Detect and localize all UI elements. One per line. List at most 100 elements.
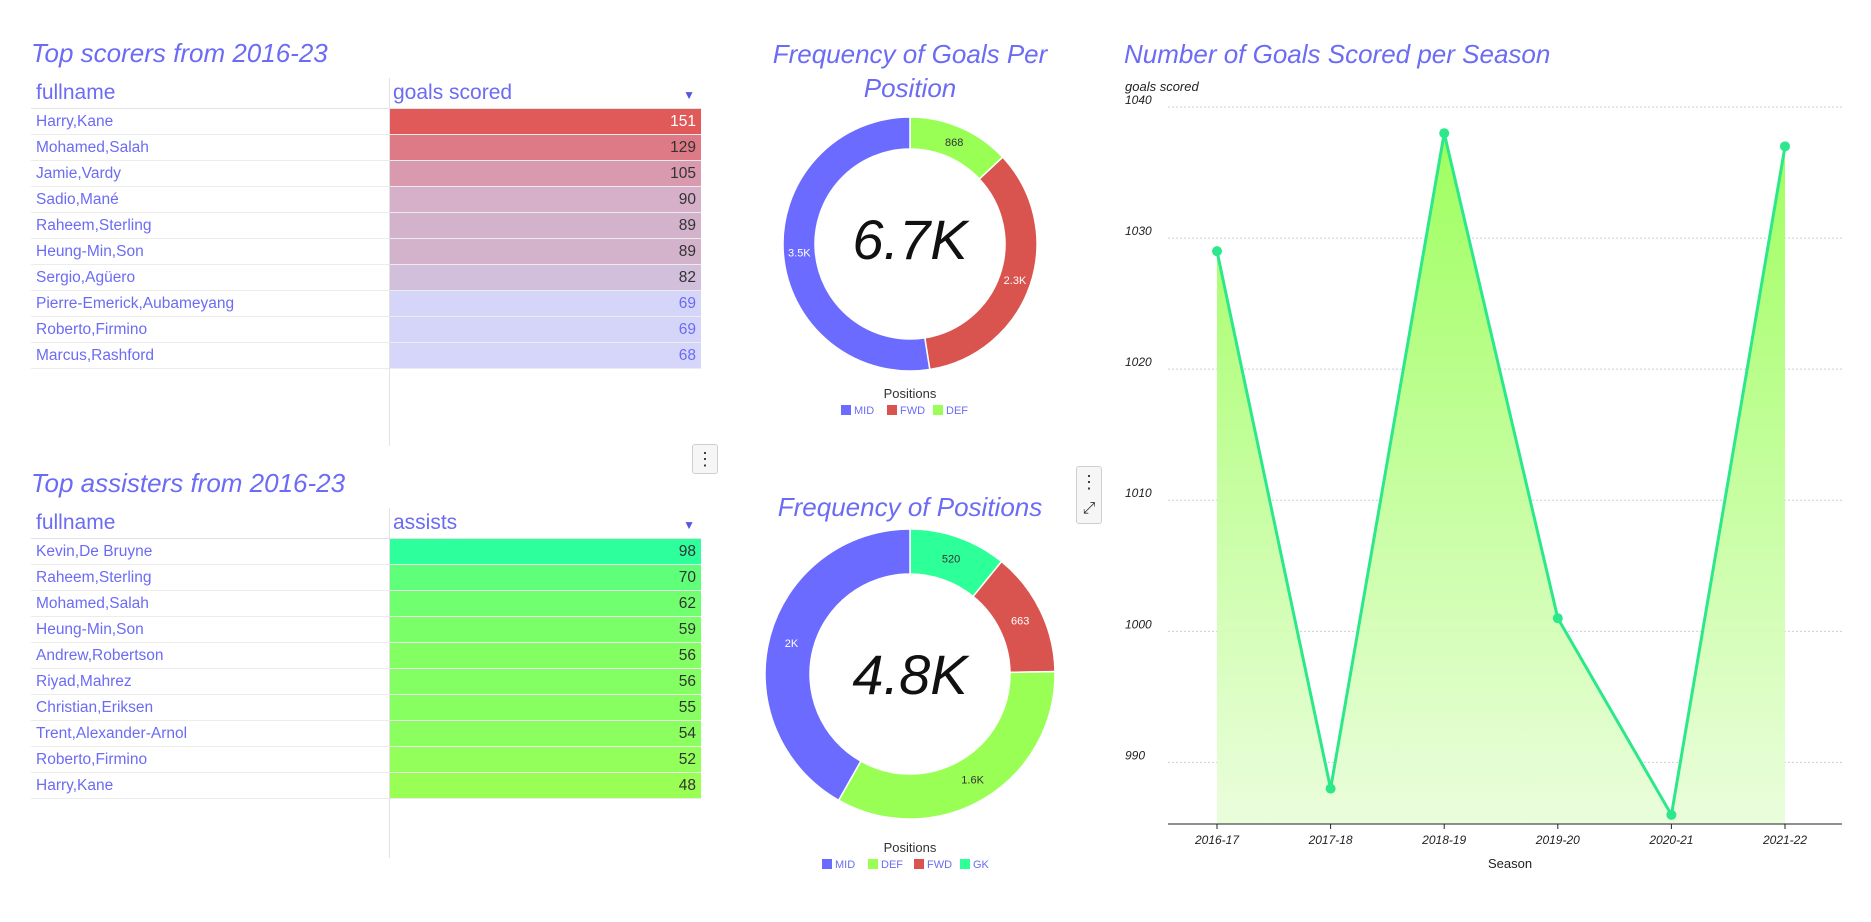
table-row[interactable]: Sergio,Agüero 82 (31, 265, 701, 291)
assisters-col-assists[interactable]: assists (393, 508, 457, 538)
column-divider (389, 78, 390, 446)
stat-value-cell: 90 (389, 187, 701, 212)
slice-data-label: 663 (1011, 615, 1029, 627)
positions-frequency-donut: Frequency of Positions 520 663 1.6K 2K 4.8K… (764, 492, 1056, 871)
legend-title: Positions (884, 386, 937, 401)
table-row[interactable]: Roberto,Firmino 52 (31, 747, 701, 773)
expand-icon[interactable]: ⤢ (1077, 497, 1101, 521)
sort-desc-icon[interactable]: ▼ (683, 518, 695, 532)
slice-data-label: 2K (785, 638, 799, 650)
assisters-title: Top assisters from 2016-23 (31, 468, 346, 498)
scorers-col-fullname[interactable]: fullname (36, 78, 115, 108)
assisters-table-body: Kevin,De Bruyne 98 Raheem,Sterling 70 Mohame… (31, 539, 701, 799)
scorers-col-goals[interactable]: goals scored (393, 78, 512, 108)
table-row[interactable]: Jamie,Vardy 105 (31, 161, 701, 187)
player-name: Pierre-Emerick,Aubameyang (36, 295, 235, 312)
stat-value-cell: 48 (389, 773, 701, 798)
stat-value-cell: 82 (389, 265, 701, 290)
legend-item-def[interactable]: DEF (881, 859, 903, 871)
legend-item-gk[interactable]: GK (973, 859, 990, 871)
player-name: Raheem,Sterling (36, 569, 152, 586)
table-row[interactable]: Harry,Kane 48 (31, 773, 701, 799)
table-row[interactable]: Kevin,De Bruyne 98 (31, 539, 701, 565)
y-tick-label: 1010 (1125, 486, 1152, 500)
stat-value-cell: 59 (389, 617, 701, 642)
legend-item-fwd[interactable]: FWD (900, 405, 925, 417)
assisters-table: fullname assists ▼ Kevin,De Bruyne 98 Rahe… (31, 508, 701, 858)
player-name: Harry,Kane (36, 113, 114, 130)
legend-item-fwd[interactable]: FWD (927, 859, 952, 871)
x-tick-label: 2019-20 (1535, 833, 1580, 847)
table-row[interactable]: Pierre-Emerick,Aubameyang 69 (31, 291, 701, 317)
player-name: Harry,Kane (36, 777, 114, 794)
chart-title-line-1: Frequency of Goals Per (773, 39, 1049, 69)
area-fill (1217, 133, 1785, 825)
y-tick-label: 1040 (1125, 93, 1152, 107)
sort-desc-icon[interactable]: ▼ (683, 88, 695, 102)
player-name: Christian,Eriksen (36, 699, 154, 716)
chart-title: Frequency of Positions (778, 492, 1042, 522)
goals-per-position-donut: Frequency of Goals Per Position 868 2.3K 3… (773, 39, 1049, 417)
stat-value-cell: 54 (389, 721, 701, 746)
slice-data-label: 2.3K (1004, 275, 1027, 287)
data-point[interactable] (1780, 141, 1790, 152)
table-row[interactable]: Roberto,Firmino 69 (31, 317, 701, 343)
stat-value-cell: 69 (389, 291, 701, 316)
slice-data-label: 3.5K (788, 248, 811, 260)
legend-swatch-fwd (914, 859, 924, 869)
legend-swatch-mid (822, 859, 832, 869)
assisters-table-header: fullname assists ▼ (31, 508, 701, 539)
scorers-table-header: fullname goals scored ▼ (31, 78, 701, 109)
stat-value-cell: 89 (389, 213, 701, 238)
donut-center-total: 4.8K (852, 643, 970, 706)
legend-item-def[interactable]: DEF (946, 405, 968, 417)
player-name: Mohamed,Salah (36, 139, 149, 156)
assisters-col-fullname[interactable]: fullname (36, 508, 115, 538)
table-row[interactable]: Andrew,Robertson 56 (31, 643, 701, 669)
table-row[interactable]: Trent,Alexander-Arnol 54 (31, 721, 701, 747)
more-options-button[interactable]: ⋮ (692, 444, 718, 474)
slice-data-label: 1.6K (961, 774, 984, 786)
player-name: Kevin,De Bruyne (36, 543, 153, 560)
chart-toolbar: ⋮ ⤢ (1076, 466, 1102, 524)
x-tick-label: 2017-18 (1308, 833, 1353, 847)
chart-title-line-2: Position (864, 73, 957, 103)
scorers-table: fullname goals scored ▼ Harry,Kane 151 Moh… (31, 78, 701, 446)
table-row[interactable]: Harry,Kane 151 (31, 109, 701, 135)
table-row[interactable]: Mohamed,Salah 62 (31, 591, 701, 617)
table-row[interactable]: Heung-Min,Son 59 (31, 617, 701, 643)
table-row[interactable]: Raheem,Sterling 70 (31, 565, 701, 591)
player-name: Raheem,Sterling (36, 217, 152, 234)
x-axis-label: Season (1488, 856, 1532, 871)
legend-item-mid[interactable]: MID (835, 859, 855, 871)
data-point[interactable] (1439, 128, 1450, 139)
legend-item-mid[interactable]: MID (854, 405, 874, 417)
stat-value-cell: 68 (389, 343, 701, 368)
stat-value-cell: 105 (389, 161, 701, 186)
player-name: Riyad,Mahrez (36, 673, 132, 690)
table-row[interactable]: Sadio,Mané 90 (31, 187, 701, 213)
data-point[interactable] (1552, 613, 1563, 624)
player-name: Mohamed,Salah (36, 595, 149, 612)
stat-value-cell: 69 (389, 317, 701, 342)
table-row[interactable]: Mohamed,Salah 129 (31, 135, 701, 161)
x-tick-label: 2020-21 (1648, 833, 1693, 847)
data-point[interactable] (1666, 809, 1677, 820)
more-options-button[interactable]: ⋮ (1077, 469, 1101, 495)
data-point[interactable] (1212, 246, 1222, 257)
table-row[interactable]: Raheem,Sterling 89 (31, 213, 701, 239)
stat-value-cell: 70 (389, 565, 701, 590)
player-name: Trent,Alexander-Arnol (36, 725, 188, 742)
table-row[interactable]: Heung-Min,Son 89 (31, 239, 701, 265)
y-tick-label: 1030 (1125, 224, 1152, 238)
legend-swatch-mid (841, 405, 851, 415)
scorers-title: Top scorers from 2016-23 (31, 38, 328, 68)
table-row[interactable]: Riyad,Mahrez 56 (31, 669, 701, 695)
y-axis-label: goals scored (1125, 79, 1199, 94)
legend-swatch-def (868, 859, 878, 869)
data-point[interactable] (1325, 783, 1336, 794)
table-row[interactable]: Marcus,Rashford 68 (31, 343, 701, 369)
legend-swatch-gk (960, 859, 970, 869)
table-row[interactable]: Christian,Eriksen 55 (31, 695, 701, 721)
y-tick-label: 1020 (1125, 355, 1152, 369)
